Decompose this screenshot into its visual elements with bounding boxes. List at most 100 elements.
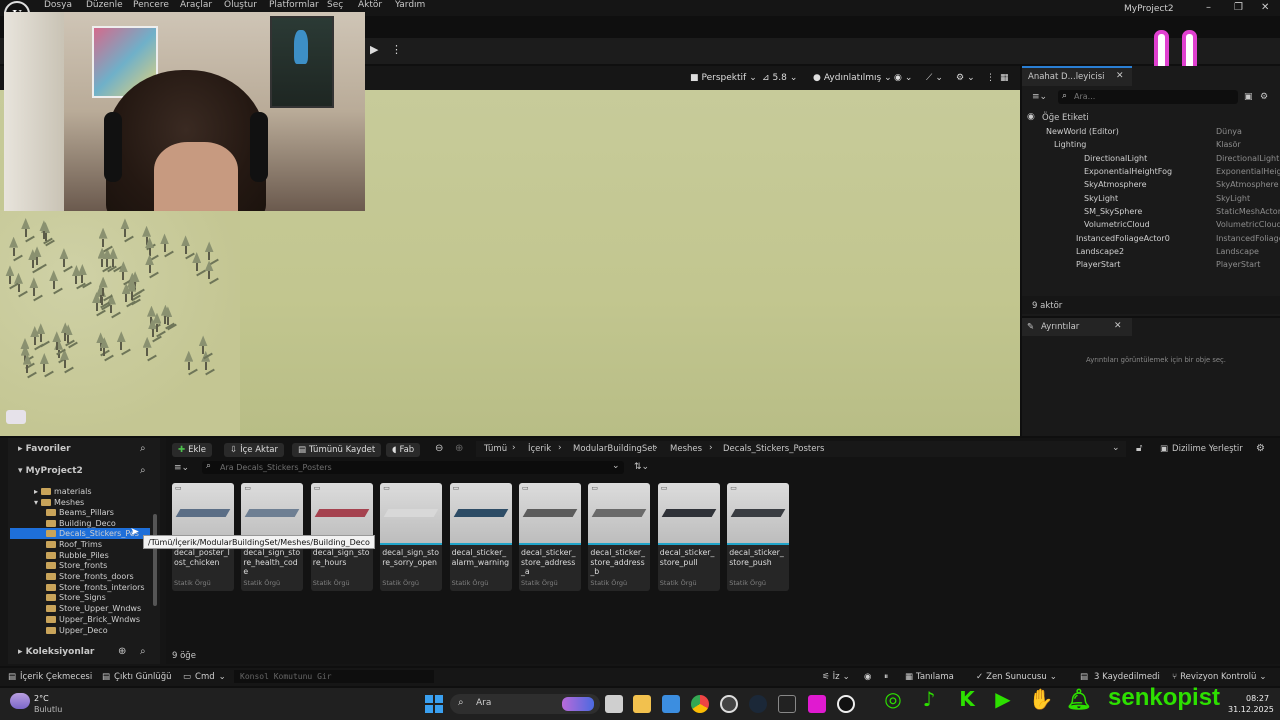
menu-build[interactable]: Oluştur [224, 0, 257, 10]
project-header[interactable]: ▾ MyProject2 [18, 466, 83, 476]
menu-tools[interactable]: Araçlar [180, 0, 212, 10]
outliner-row[interactable]: SkyLight SkyLight [1028, 194, 1280, 207]
unsaved-button[interactable]: ▤ 3 Kaydedilmedi [1080, 672, 1160, 682]
breadcrumb-item[interactable]: İçerik [528, 444, 551, 454]
search-icon[interactable]: ⌕ [140, 465, 146, 476]
back-arrow-icon[interactable]: ⊖ [435, 443, 443, 454]
add-button[interactable]: ✚ Ekle [172, 443, 213, 457]
menu-help[interactable]: Yardım [395, 0, 425, 10]
folder-item[interactable]: Upper_Deco [46, 625, 166, 636]
search-icon[interactable]: ⌕ [140, 646, 146, 657]
filter-icon[interactable]: ≡⌄ [174, 463, 189, 473]
asset-search-input[interactable]: ⌕ Ara Decals_Stickers_Posters ⌄ [202, 461, 624, 474]
perspective-button[interactable]: ■ Perspektif ⌄ [690, 71, 757, 85]
taskbar-search[interactable]: ⌕ Ara [450, 694, 600, 714]
asset-tile[interactable]: ▭ decal_sticker_store_push Statik Örgü [727, 483, 790, 591]
menu-window[interactable]: Pencere [133, 0, 169, 10]
zen-server-button[interactable]: ✓ Zen Sunucusu ⌄ [976, 672, 1057, 682]
folder-item[interactable]: Store_fronts [46, 560, 166, 571]
menu-file[interactable]: Dosya [44, 0, 72, 10]
close-icon[interactable]: ✕ [1261, 2, 1269, 13]
revision-control-button[interactable]: ⑂ Revizyon Kontrolü ⌄ [1172, 672, 1267, 682]
console-input[interactable]: Konsol Komutunu Gir [234, 670, 434, 683]
save-all-button[interactable]: ▤ Tümünü Kaydet [292, 443, 382, 457]
trace-button[interactable]: ⚟ İz ⌄ [822, 672, 850, 682]
menu-edit[interactable]: Düzenle [86, 0, 123, 10]
outliner-row[interactable]: VolumetricCloud VolumetricCloud [1028, 220, 1280, 233]
details-tab[interactable]: ✎ Ayrıntılar ✕ [1022, 318, 1132, 336]
gear-icon[interactable]: ⚙ [1260, 92, 1268, 102]
epic-games-icon[interactable] [778, 695, 796, 713]
content-drawer-button[interactable]: ▤ İçerik Çekmecesi [8, 672, 92, 682]
outliner-row[interactable]: SM_SkySphere StaticMeshActor [1028, 207, 1280, 220]
filter-icon[interactable]: ≡⌄ [1032, 92, 1047, 102]
more-options-icon[interactable]: ⋮ [391, 43, 402, 56]
close-tab-icon[interactable]: ✕ [1114, 321, 1122, 331]
task-view-icon[interactable] [605, 695, 623, 713]
show-flags-button[interactable]: ◉ ⌄ [894, 71, 912, 85]
cmd-dropdown[interactable]: ▭ Cmd ⌄ [183, 672, 226, 682]
weather-icon[interactable] [10, 693, 30, 709]
folder-item[interactable]: Store_fronts_interiors [46, 582, 166, 593]
fab-button[interactable]: ◖ Fab [386, 443, 421, 457]
forward-arrow-icon[interactable]: ⊕ [455, 443, 463, 454]
record-icon[interactable]: ◉ [864, 672, 871, 682]
outliner-row[interactable]: Landscape2 Landscape [1028, 247, 1280, 260]
menu-platforms[interactable]: Platformlar [269, 0, 319, 10]
breadcrumb-item[interactable]: Meshes [670, 444, 702, 454]
asset-tile[interactable]: ▭ decal_sign_store_sorry_open Statik Örgü [380, 483, 443, 591]
outliner-row[interactable]: PlayerStart PlayerStart [1028, 260, 1280, 273]
maximize-icon[interactable]: ❐ [1234, 2, 1243, 13]
tree-scrollbar[interactable] [153, 514, 157, 606]
folder-item[interactable]: ▸ materials [34, 486, 154, 497]
asset-tile[interactable]: ▭ decal_sticker_store_address_b Statik Örg… [588, 483, 651, 591]
folder-item[interactable]: Beams_Pillars [46, 507, 166, 518]
fov-button[interactable]: ⊿ 5.8 ⌄ [762, 71, 797, 85]
outliner-row[interactable]: NewWorld (Editor) Dünya [1028, 127, 1280, 140]
asset-tile[interactable]: ▭ decal_sticker_alarm_warning Statik Örgü [449, 483, 512, 591]
steam-icon[interactable] [749, 695, 767, 713]
folder-item[interactable]: Store_fronts_doors [46, 571, 166, 582]
chrome-icon[interactable] [691, 695, 709, 713]
sort-icon[interactable]: ⇅⌄ [634, 462, 649, 472]
search-icon[interactable]: ⌕ [140, 443, 146, 454]
dock-layout-button[interactable]: ▣ Dizilime Yerleştir [1160, 444, 1243, 454]
close-tab-icon[interactable]: ✕ [1116, 71, 1124, 81]
favorites-header[interactable]: ▸ Favoriler [18, 444, 71, 454]
minimize-icon[interactable]: – [1206, 2, 1211, 13]
outliner-tab[interactable]: Anahat D...leyicisi ✕ [1022, 66, 1132, 86]
outliner-row[interactable]: InstancedFoliageActor0 InstancedFoliage [1028, 234, 1280, 247]
media-app-icon[interactable] [808, 695, 826, 713]
outliner-row[interactable]: Lighting Klasör [1028, 140, 1280, 153]
viewport-menu-icon[interactable]: ⋮ [986, 71, 995, 85]
play-icon[interactable]: ▶ [370, 43, 384, 57]
menu-select[interactable]: Seç [327, 0, 343, 10]
chevron-down-icon[interactable]: ⌄ [1112, 443, 1120, 453]
folder-item[interactable]: Rubble_Piles [46, 550, 166, 561]
lock-icon[interactable]: 🔓︎ [1136, 443, 1142, 454]
file-explorer-icon[interactable] [633, 695, 651, 713]
windows-start-icon[interactable] [425, 695, 443, 713]
unreal-engine-icon[interactable] [837, 695, 855, 713]
visibility-eye-icon[interactable]: ◉ [1027, 112, 1035, 122]
breadcrumb-item[interactable]: Tümü [484, 444, 507, 454]
outliner-row[interactable]: SkyAtmosphere SkyAtmosphere [1028, 180, 1280, 193]
folder-item[interactable]: Store_Upper_Wndws [46, 603, 166, 614]
breadcrumb-item[interactable]: Decals_Stickers_Posters [723, 444, 824, 454]
snap-button[interactable]: ⟋ ⌄ [926, 71, 943, 85]
store-icon[interactable] [662, 695, 680, 713]
asset-tile[interactable]: ▭ decal_sticker_store_address_a Statik Örg… [519, 483, 581, 591]
obs-icon[interactable] [720, 695, 738, 713]
import-button[interactable]: ⇩ İçe Aktar [224, 443, 285, 457]
pause-icon[interactable]: ⏸ [884, 672, 888, 682]
settings-button[interactable]: ⚙ ⌄ [956, 71, 975, 85]
breadcrumb-item[interactable]: ModularBuildingSet [573, 444, 656, 454]
outliner-row[interactable]: ExponentialHeightFogExponentialHeightFog [1028, 167, 1280, 180]
folder-item[interactable]: Building_Deco [46, 518, 166, 529]
diagnostics-button[interactable]: ▦ Tanılama [905, 672, 954, 682]
collections-header[interactable]: ▸ Koleksiyonlar [18, 647, 94, 657]
output-log-button[interactable]: ▤ Çıktı Günlüğü [102, 672, 172, 682]
folder-item[interactable]: Upper_Brick_Wndws [46, 614, 166, 625]
layout-grid-icon[interactable]: ▦ [1000, 71, 1009, 85]
gear-icon[interactable]: ⚙ [1256, 443, 1265, 454]
